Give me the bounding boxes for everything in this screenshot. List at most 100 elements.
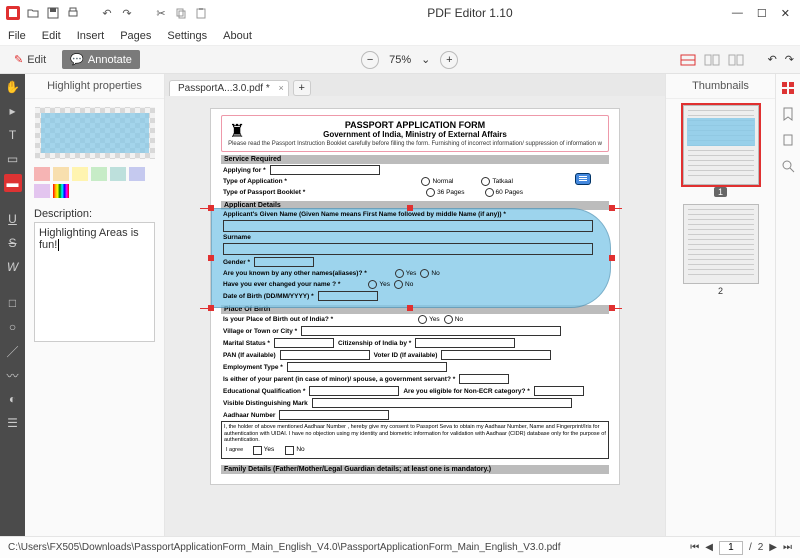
fld-applying-for[interactable] [270, 165, 380, 175]
swatch-4[interactable] [91, 167, 107, 181]
text-tool-icon[interactable]: T [4, 126, 22, 144]
strike-tool-icon[interactable]: S [4, 234, 22, 252]
radio-alias-no[interactable]: No [420, 269, 439, 278]
radio-chg-yes[interactable]: Yes [368, 280, 390, 289]
freehand-tool-icon[interactable]: 〰 [4, 366, 22, 384]
hand-tool-icon[interactable]: ✋ [4, 78, 22, 96]
view-single-icon[interactable] [680, 54, 696, 66]
undo-icon[interactable]: ↶ [100, 6, 114, 20]
cb-agree-yes[interactable]: Yes [253, 446, 275, 455]
swatch-5[interactable] [110, 167, 126, 181]
swatch-2[interactable] [53, 167, 69, 181]
tab-close-icon[interactable]: × [278, 83, 283, 93]
view-book-icon[interactable] [728, 54, 744, 66]
page-input[interactable] [719, 541, 743, 555]
view-facing-icon[interactable] [704, 54, 720, 66]
radio-36[interactable]: 36 Pages [426, 188, 464, 197]
note-tool-icon[interactable]: ▭ [4, 150, 22, 168]
document-tab[interactable]: PassportA...3.0.pdf *× [169, 80, 289, 96]
rect-tool-icon[interactable]: □ [4, 294, 22, 312]
fld-edu[interactable] [309, 386, 399, 396]
menu-file[interactable]: File [8, 30, 26, 42]
radio-chg-no[interactable]: No [394, 280, 413, 289]
fld-village[interactable] [301, 326, 561, 336]
redo-icon[interactable]: ↷ [120, 6, 134, 20]
select-tool-icon[interactable]: ▸ [4, 102, 22, 120]
color-picker-icon[interactable] [53, 184, 69, 198]
zoom-in-button[interactable]: + [440, 51, 458, 69]
thumbnail-1[interactable]: 1 [683, 105, 759, 198]
save-icon[interactable] [46, 6, 60, 20]
cut-icon[interactable]: ✂ [154, 6, 168, 20]
minimize-icon[interactable]: — [732, 7, 743, 19]
fld-dist-mark[interactable] [312, 398, 572, 408]
new-tab-button[interactable]: + [293, 80, 311, 96]
fld-surname[interactable] [223, 243, 593, 255]
search-tab-icon[interactable] [780, 158, 796, 174]
description-input[interactable]: Highlighting Areas is fun! [34, 222, 155, 342]
print-icon[interactable] [66, 6, 80, 20]
paste-icon[interactable] [194, 6, 208, 20]
page-prev-icon[interactable]: ◀ [705, 542, 713, 553]
fld-emp[interactable] [287, 362, 447, 372]
radio-normal[interactable]: Normal [421, 177, 453, 186]
rotate-right-icon[interactable]: ↷ [785, 53, 794, 66]
underline-tool-icon[interactable]: U [4, 210, 22, 228]
menu-edit[interactable]: Edit [42, 30, 61, 42]
zoom-dropdown-icon[interactable]: ⌄ [421, 53, 430, 66]
close-icon[interactable]: ✕ [781, 7, 790, 20]
swatch-6[interactable] [129, 167, 145, 181]
radio-pob-no[interactable]: No [444, 315, 463, 324]
swatch-1[interactable] [34, 167, 50, 181]
zoom-value[interactable]: 75% [389, 54, 411, 66]
line-tool-icon[interactable]: ／ [4, 342, 22, 360]
fld-non-ecr[interactable] [534, 386, 584, 396]
squiggly-tool-icon[interactable]: W [4, 258, 22, 276]
thumbnails-tab-icon[interactable] [780, 80, 796, 96]
copy-icon[interactable] [174, 6, 188, 20]
fld-gender[interactable] [254, 257, 314, 267]
resize-handle[interactable] [609, 255, 615, 261]
menu-insert[interactable]: Insert [77, 30, 105, 42]
rotate-left-icon[interactable]: ↶ [768, 53, 777, 66]
zoom-out-button[interactable]: − [361, 51, 379, 69]
eraser-tool-icon[interactable]: ◐ [4, 390, 22, 408]
menu-pages[interactable]: Pages [120, 30, 151, 42]
maximize-icon[interactable]: ☐ [757, 7, 767, 20]
fld-voter[interactable] [441, 350, 551, 360]
radio-tatkaal[interactable]: Tatkaal [481, 177, 513, 186]
fld-dob[interactable] [318, 291, 378, 301]
ellipse-tool-icon[interactable]: ○ [4, 318, 22, 336]
resize-handle[interactable] [407, 305, 413, 311]
swatch-3[interactable] [72, 167, 88, 181]
fld-aadhaar[interactable] [279, 410, 389, 420]
radio-alias-yes[interactable]: Yes [395, 269, 417, 278]
resize-handle[interactable] [208, 205, 214, 211]
highlight-tool-icon[interactable]: ▬ [4, 174, 22, 192]
radio-60[interactable]: 60 Pages [485, 188, 523, 197]
page-next-icon[interactable]: ▶ [769, 542, 777, 553]
menu-about[interactable]: About [223, 30, 252, 42]
fld-pan[interactable] [280, 350, 370, 360]
fld-marital[interactable] [274, 338, 334, 348]
cb-agree-no[interactable]: No [285, 446, 304, 455]
swatch-7[interactable] [34, 184, 50, 198]
comment-icon[interactable] [575, 173, 591, 185]
menu-settings[interactable]: Settings [167, 30, 207, 42]
fld-parent-gov[interactable] [459, 374, 509, 384]
resize-handle[interactable] [208, 255, 214, 261]
open-icon[interactable] [26, 6, 40, 20]
bookmarks-tab-icon[interactable] [780, 106, 796, 122]
thumbnail-2[interactable]: 2 [683, 204, 759, 297]
stamp-tool-icon[interactable]: ☰ [4, 414, 22, 432]
attachments-tab-icon[interactable] [780, 132, 796, 148]
resize-handle[interactable] [208, 305, 214, 311]
page-first-icon[interactable]: ⏮ [690, 542, 699, 553]
mode-annotate-button[interactable]: 💬 Annotate [62, 50, 140, 69]
mode-edit-button[interactable]: ✎Edit [6, 50, 54, 69]
page-last-icon[interactable]: ⏭ [783, 542, 792, 553]
fld-given-name[interactable] [223, 220, 593, 232]
document-viewport[interactable]: ♜ PASSPORT APPLICATION FORM Government o… [165, 96, 665, 536]
fld-citizen[interactable] [415, 338, 515, 348]
radio-pob-yes[interactable]: Yes [418, 315, 440, 324]
